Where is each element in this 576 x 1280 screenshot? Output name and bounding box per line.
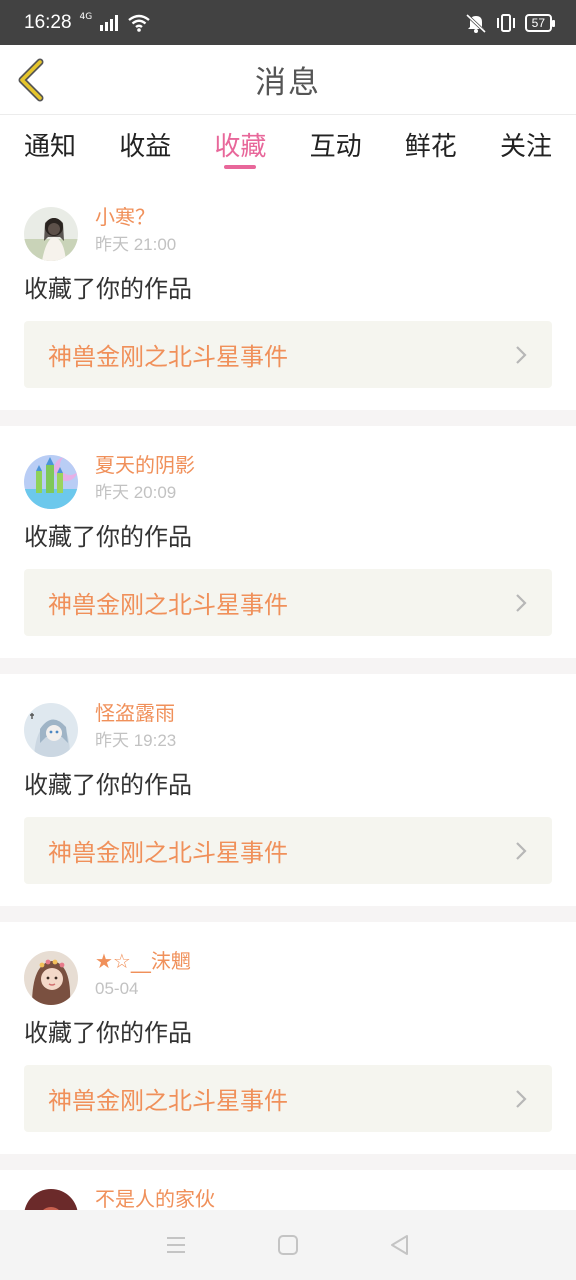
list-item: 夏天的阴影 昨天 20:09 收藏了你的作品 神兽金刚之北斗星事件 <box>0 426 576 674</box>
back-triangle-icon[interactable] <box>387 1232 413 1258</box>
username[interactable]: 不是人的家伙 <box>95 1186 215 1212</box>
active-tab-indicator <box>224 165 257 169</box>
avatar[interactable] <box>24 207 78 261</box>
tab-bar: 通知 收益 收藏 互动 鲜花 关注 <box>0 116 576 176</box>
list-item: ★☆__沫魍 05-04 收藏了你的作品 神兽金刚之北斗星事件 <box>0 922 576 1170</box>
status-bar: 16:28 4G 57 <box>0 0 576 45</box>
header-bar: 消息 <box>0 45 576 115</box>
timestamp: 昨天 20:09 <box>95 483 177 502</box>
menu-icon[interactable] <box>163 1232 189 1258</box>
work-title: 神兽金刚之北斗星事件 <box>48 1087 288 1115</box>
chevron-right-icon <box>516 345 527 364</box>
username[interactable]: 夏天的阴影 <box>95 452 195 478</box>
tab-follow[interactable]: 关注 <box>500 116 552 176</box>
tab-label: 关注 <box>499 132 552 162</box>
action-text: 收藏了你的作品 <box>24 275 192 303</box>
timestamp: 05-04 <box>95 979 139 998</box>
chevron-right-icon <box>516 841 527 860</box>
tab-label: 收藏 <box>214 132 267 162</box>
signal-icon <box>100 14 119 31</box>
work-title: 神兽金刚之北斗星事件 <box>48 343 288 371</box>
username[interactable]: ★☆__沫魍 <box>95 948 191 974</box>
chevron-right-icon <box>516 593 527 612</box>
timestamp: 昨天 21:00 <box>95 235 177 254</box>
battery-indicator: 57 <box>524 13 556 32</box>
system-nav-bar <box>0 1210 576 1280</box>
tab-flowers[interactable]: 鲜花 <box>405 116 457 176</box>
tab-income[interactable]: 收益 <box>119 116 171 176</box>
back-chevron-icon[interactable] <box>14 58 48 102</box>
work-title: 神兽金刚之北斗星事件 <box>48 839 288 867</box>
action-text: 收藏了你的作品 <box>24 523 192 551</box>
avatar[interactable] <box>24 703 78 757</box>
tab-label: 通知 <box>24 132 77 162</box>
work-link[interactable]: 神兽金刚之北斗星事件 <box>24 1065 552 1132</box>
tab-notify[interactable]: 通知 <box>24 116 76 176</box>
divider <box>0 1154 576 1170</box>
message-list: 小寒？ 昨天 21:00 收藏了你的作品 神兽金刚之北斗星事件 夏天的阴影 昨天… <box>0 178 576 1230</box>
wifi-icon <box>128 14 150 32</box>
vibrate-icon <box>496 13 515 32</box>
home-square-icon[interactable] <box>275 1232 301 1258</box>
tab-label: 收益 <box>119 132 172 162</box>
network-type: 4G <box>79 12 93 22</box>
action-text: 收藏了你的作品 <box>24 1019 192 1047</box>
avatar[interactable] <box>24 951 78 1005</box>
work-link[interactable]: 神兽金刚之北斗星事件 <box>24 569 552 636</box>
list-item: 小寒？ 昨天 21:00 收藏了你的作品 神兽金刚之北斗星事件 <box>0 178 576 426</box>
tab-label: 互动 <box>309 132 362 162</box>
tab-label: 鲜花 <box>404 132 457 162</box>
chevron-right-icon <box>516 1089 527 1108</box>
page-title: 消息 <box>255 65 321 101</box>
work-link[interactable]: 神兽金刚之北斗星事件 <box>24 817 552 884</box>
mute-bell-icon <box>465 13 486 33</box>
tab-interaction[interactable]: 互动 <box>310 116 362 176</box>
status-time: 16:28 <box>24 11 72 33</box>
work-title: 神兽金刚之北斗星事件 <box>48 591 288 619</box>
divider <box>0 410 576 426</box>
username[interactable]: 怪盗露雨 <box>95 700 176 726</box>
list-item: 怪盗露雨 昨天 19:23 收藏了你的作品 神兽金刚之北斗星事件 <box>0 674 576 922</box>
divider <box>0 658 576 674</box>
tab-favorites[interactable]: 收藏 <box>214 116 266 176</box>
username[interactable]: 小寒？ <box>95 204 176 230</box>
avatar[interactable] <box>24 455 78 509</box>
timestamp: 昨天 19:23 <box>95 731 177 750</box>
work-link[interactable]: 神兽金刚之北斗星事件 <box>24 321 552 388</box>
divider <box>0 906 576 922</box>
action-text: 收藏了你的作品 <box>24 771 192 799</box>
